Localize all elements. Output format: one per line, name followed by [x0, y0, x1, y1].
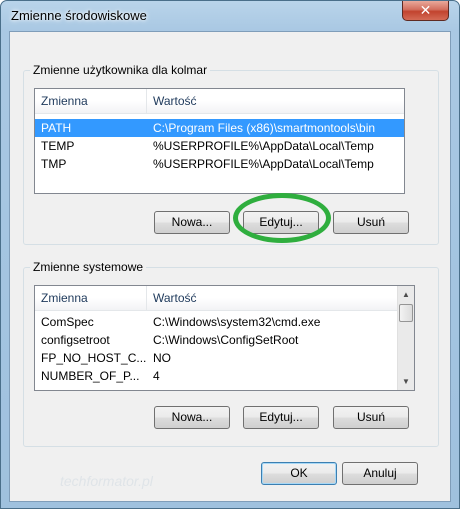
scroll-down-icon[interactable]: ▼ [398, 373, 414, 390]
system-variables-list-header: Zmienna Wartość [35, 286, 399, 311]
column-header-variable[interactable]: Zmienna [35, 89, 147, 113]
system-variables-scrollbar[interactable]: ▲ ▼ [397, 286, 414, 390]
user-variables-group-title: Zmienne użytkownika dla kolmar [30, 63, 211, 77]
window-title: Zmienne środowiskowe [11, 8, 147, 23]
user-variables-group: Zmienne użytkownika dla kolmar Zmienna W… [23, 63, 439, 245]
variable-name: PATH [41, 121, 72, 135]
environment-variables-dialog: Zmienne środowiskowe ✕ Zmienne użytkowni… [0, 0, 460, 509]
system-variables-list[interactable]: Zmienna Wartość ComSpec C:\Windows\syste… [34, 285, 415, 391]
ok-button[interactable]: OK [261, 462, 337, 485]
title-bar[interactable]: Zmienne środowiskowe ✕ [1, 1, 459, 31]
user-delete-button[interactable]: Usuń [333, 211, 409, 234]
system-edit-button[interactable]: Edytuj... [243, 406, 319, 429]
system-variables-group-title: Zmienne systemowe [30, 260, 147, 274]
column-header-value[interactable]: Wartość [147, 286, 399, 310]
table-row-number-of-processors[interactable]: NUMBER_OF_P... 4 [35, 367, 399, 385]
dialog-body: Zmienne użytkownika dla kolmar Zmienna W… [9, 31, 451, 502]
scroll-up-icon[interactable]: ▲ [398, 286, 414, 303]
variable-name: NUMBER_OF_P... [41, 369, 140, 383]
close-button[interactable]: ✕ [402, 1, 449, 21]
variable-name: TEMP [41, 139, 75, 153]
column-header-value[interactable]: Wartość [147, 89, 404, 113]
system-new-button[interactable]: Nowa... [154, 406, 230, 429]
variable-name: FP_NO_HOST_C... [41, 351, 147, 365]
variable-value: %USERPROFILE%\AppData\Local\Temp [153, 157, 374, 171]
variable-value: C:\Windows\system32\cmd.exe [153, 315, 321, 329]
variable-value: C:\Program Files (x86)\smartmontools\bin [153, 121, 376, 135]
variable-value: NO [153, 351, 171, 365]
table-row-temp[interactable]: TEMP %USERPROFILE%\AppData\Local\Temp [35, 137, 404, 155]
cancel-button[interactable]: Anuluj [342, 462, 418, 485]
user-new-button[interactable]: Nowa... [154, 211, 230, 234]
variable-name: TMP [41, 157, 67, 171]
user-variables-list-header: Zmienna Wartość [35, 89, 404, 114]
table-row-comspec[interactable]: ComSpec C:\Windows\system32\cmd.exe [35, 313, 399, 331]
table-row-configsetroot[interactable]: configsetroot C:\Windows\ConfigSetRoot [35, 331, 399, 349]
variable-name: configsetroot [41, 333, 110, 347]
user-variables-list[interactable]: Zmienna Wartość PATH C:\Program Files (x… [34, 88, 405, 194]
scroll-thumb[interactable] [399, 304, 413, 322]
highlight-oval-annotation [233, 193, 331, 243]
variable-value: %USERPROFILE%\AppData\Local\Temp [153, 139, 374, 153]
table-row-fp-no-host[interactable]: FP_NO_HOST_C... NO [35, 349, 399, 367]
variable-value: C:\Windows\ConfigSetRoot [153, 333, 299, 347]
system-variables-group: Zmienne systemowe Zmienna Wartość ComSpe… [23, 260, 439, 447]
table-row-tmp[interactable]: TMP %USERPROFILE%\AppData\Local\Temp [35, 155, 404, 173]
table-row-path[interactable]: PATH C:\Program Files (x86)\smartmontool… [35, 119, 404, 137]
variable-value: 4 [153, 369, 160, 383]
column-header-variable[interactable]: Zmienna [35, 286, 147, 310]
watermark: techformator.pl [60, 473, 153, 489]
system-delete-button[interactable]: Usuń [333, 406, 409, 429]
variable-name: ComSpec [41, 315, 94, 329]
